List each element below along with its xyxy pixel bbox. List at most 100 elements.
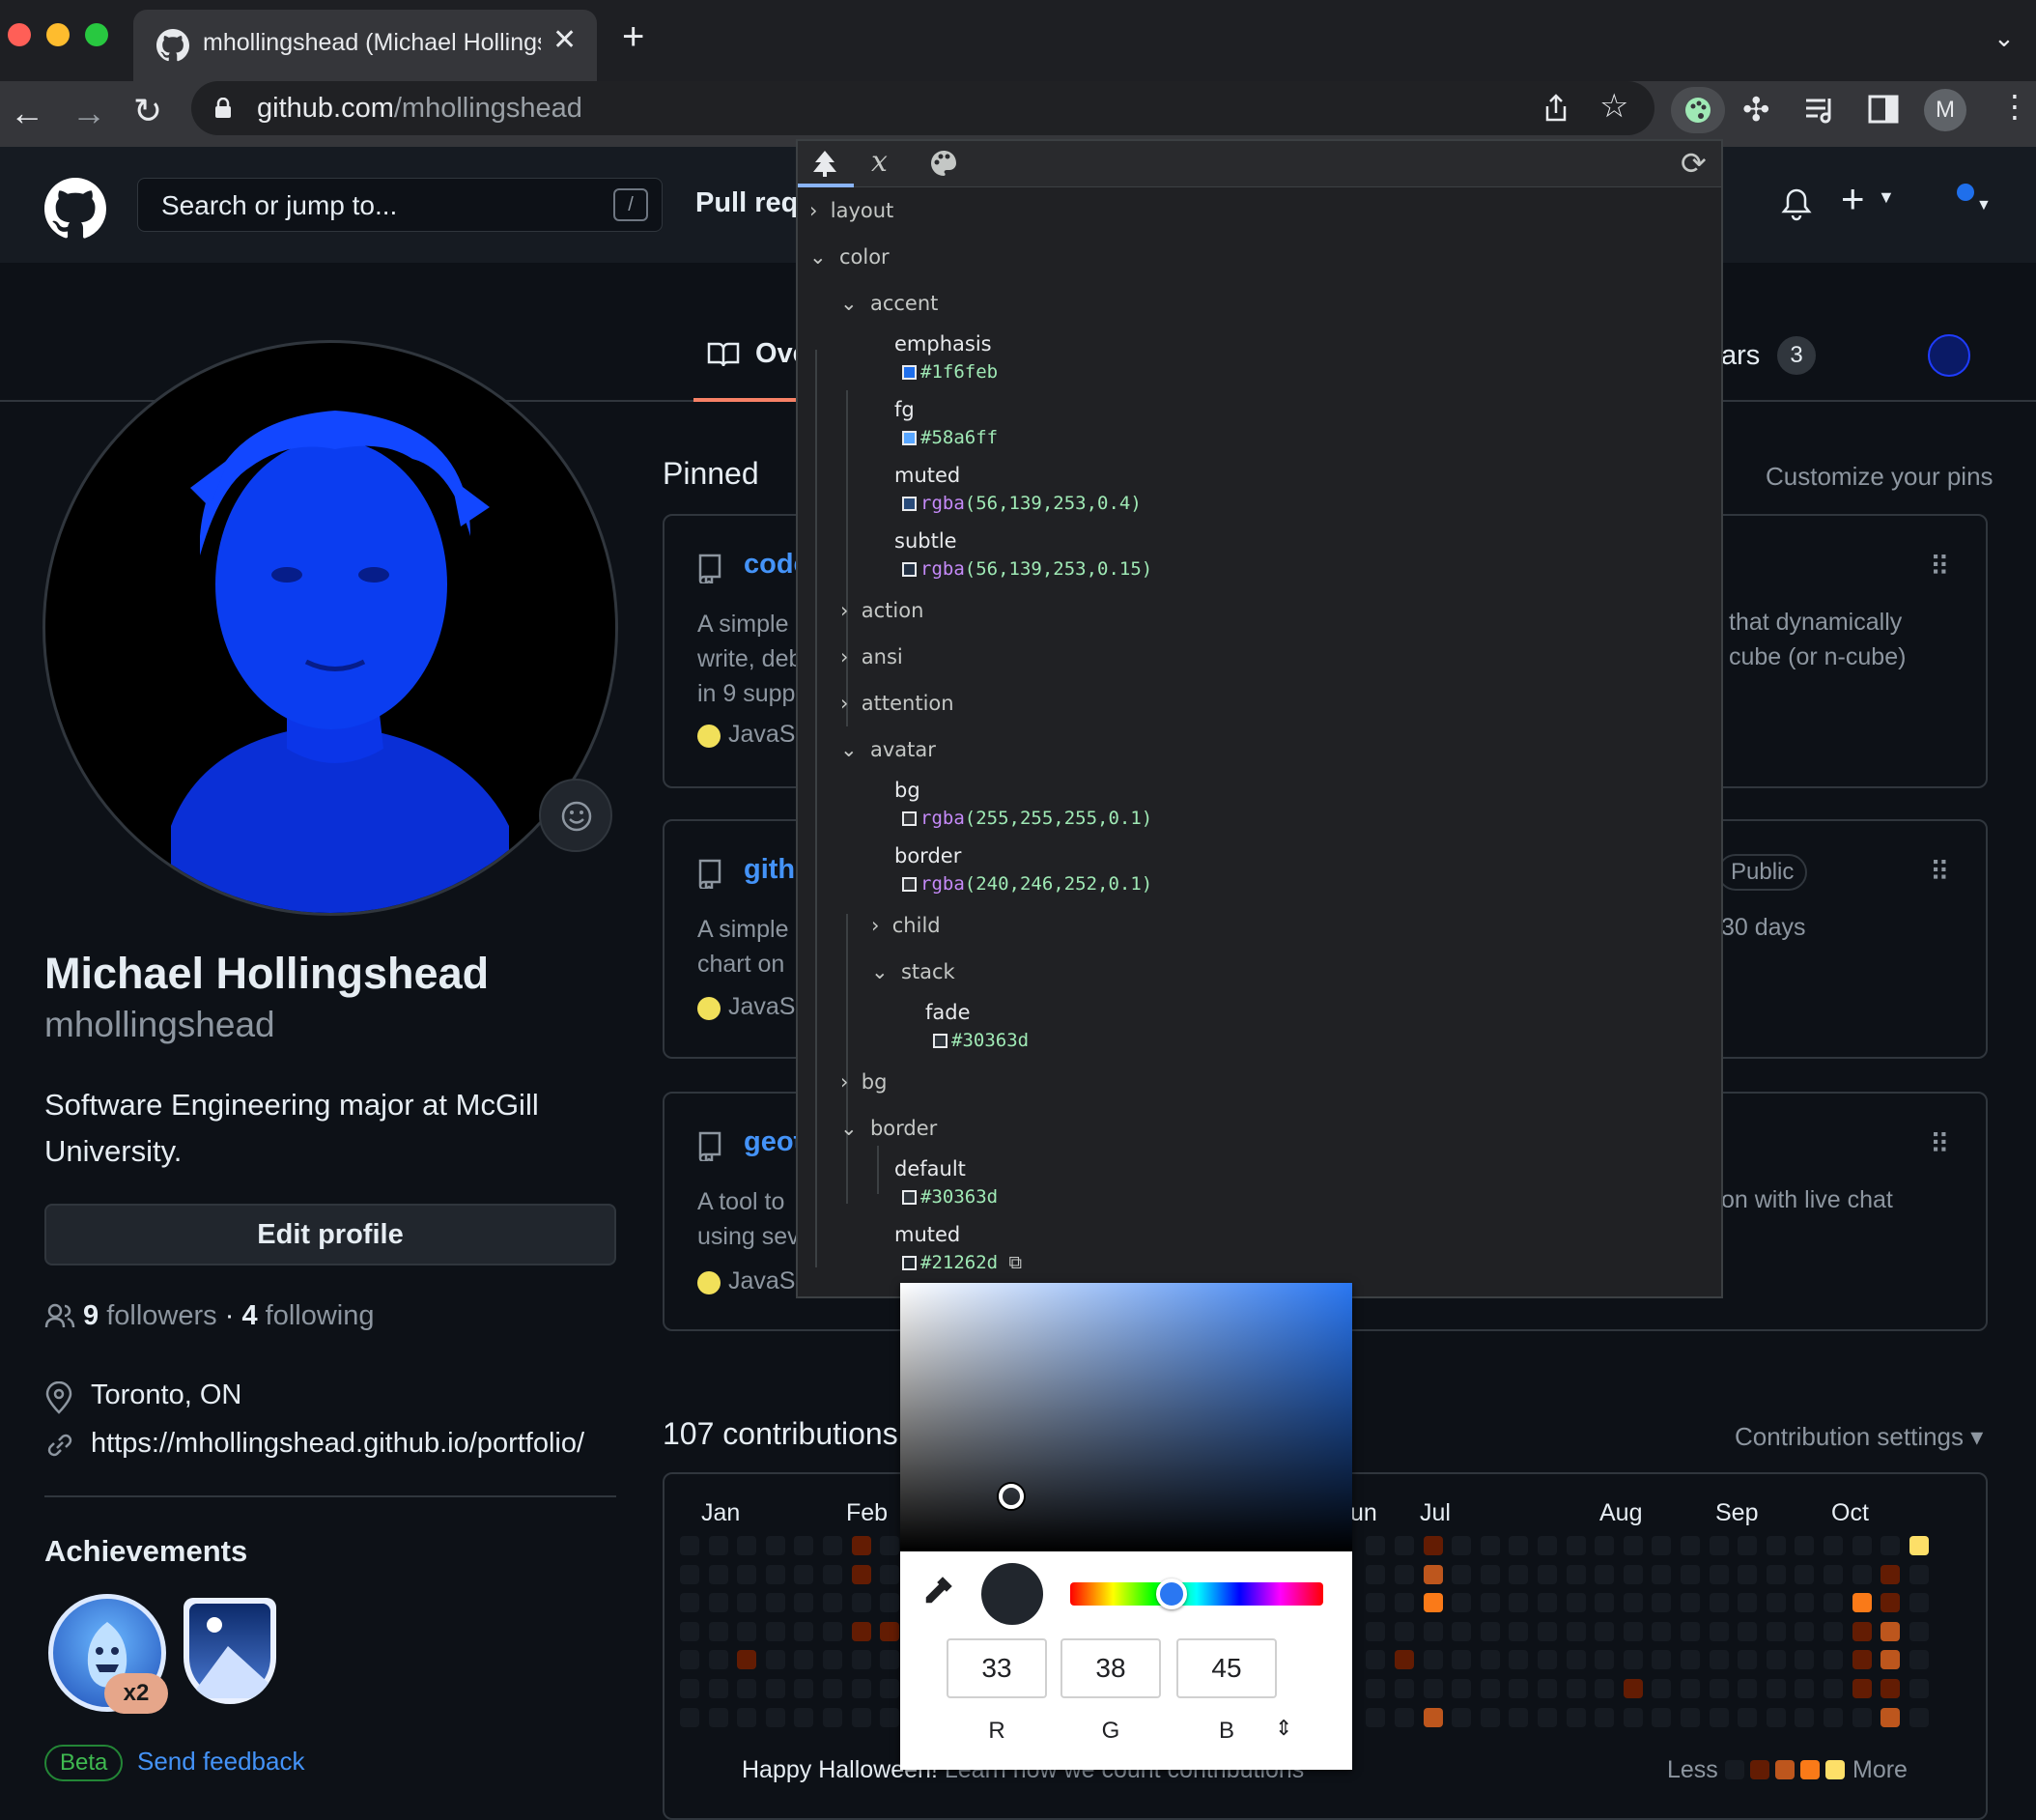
reading-list-icon[interactable] [1804, 95, 1837, 126]
browser-profile-avatar[interactable]: M [1924, 89, 1966, 131]
color-swatch[interactable] [902, 562, 917, 577]
contribution-day-cell[interactable] [1852, 1593, 1872, 1613]
contribution-day-cell[interactable] [1538, 1621, 1557, 1641]
contribution-day-cell[interactable] [1452, 1564, 1472, 1584]
contribution-day-cell[interactable] [823, 1564, 842, 1584]
contribution-day-cell[interactable] [1795, 1707, 1815, 1727]
contribution-day-cell[interactable] [737, 1679, 757, 1698]
contribution-day-cell[interactable] [880, 1650, 900, 1670]
eyedropper-icon[interactable] [921, 1575, 954, 1607]
contribution-day-cell[interactable] [1395, 1593, 1414, 1613]
contribution-day-cell[interactable] [1795, 1621, 1815, 1641]
contribution-day-cell[interactable] [1423, 1564, 1443, 1584]
contribution-day-cell[interactable] [680, 1707, 699, 1727]
contribution-day-cell[interactable] [1709, 1593, 1729, 1613]
refresh-icon[interactable]: ⟳ [1681, 145, 1707, 182]
contribution-day-cell[interactable] [737, 1593, 757, 1613]
share-icon[interactable] [1541, 93, 1570, 124]
color-swatch[interactable] [902, 497, 917, 511]
contribution-day-cell[interactable] [1509, 1650, 1529, 1670]
tree-node-ansi[interactable]: › ansi [840, 645, 903, 668]
contribution-day-cell[interactable] [1538, 1564, 1557, 1584]
contribution-day-cell[interactable] [680, 1621, 699, 1641]
edit-profile-button[interactable]: Edit profile [44, 1204, 616, 1265]
contribution-day-cell[interactable] [1681, 1536, 1700, 1555]
contribution-day-cell[interactable] [1824, 1650, 1843, 1670]
contribution-day-cell[interactable] [737, 1564, 757, 1584]
contribution-day-cell[interactable] [1395, 1621, 1414, 1641]
contribution-day-cell[interactable] [823, 1593, 842, 1613]
contribution-day-cell[interactable] [1852, 1564, 1872, 1584]
contribution-day-cell[interactable] [1880, 1707, 1901, 1727]
contribution-day-cell[interactable] [1795, 1650, 1815, 1670]
red-input[interactable]: 33 [947, 1638, 1047, 1698]
contribution-day-cell[interactable] [1909, 1707, 1929, 1727]
contribution-day-cell[interactable] [851, 1564, 871, 1584]
create-new-plus-icon[interactable]: + [1841, 176, 1865, 222]
contribution-day-cell[interactable] [1480, 1679, 1500, 1698]
contribution-day-cell[interactable] [1538, 1593, 1557, 1613]
contribution-day-cell[interactable] [765, 1707, 785, 1727]
contribution-day-cell[interactable] [1766, 1536, 1786, 1555]
token-value[interactable]: #30363d [902, 1186, 998, 1208]
format-toggle-icon[interactable]: ⇕ [1275, 1716, 1292, 1741]
color-swatch[interactable] [902, 431, 917, 445]
contribution-day-cell[interactable] [1566, 1593, 1586, 1613]
token-value[interactable]: #21262d ⧉ [902, 1252, 1022, 1273]
contribution-day-cell[interactable] [1824, 1679, 1843, 1698]
avatar-caret-icon[interactable]: ▼ [1976, 197, 1992, 214]
contribution-day-cell[interactable] [1709, 1650, 1729, 1670]
contribution-day-cell[interactable] [1595, 1621, 1615, 1641]
variable-view-icon[interactable]: 𝑥 [871, 145, 888, 179]
contribution-day-cell[interactable] [1766, 1593, 1786, 1613]
contribution-day-cell[interactable] [1909, 1536, 1929, 1555]
contribution-day-cell[interactable] [1766, 1564, 1786, 1584]
contribution-day-cell[interactable] [880, 1564, 900, 1584]
contribution-day-cell[interactable] [880, 1621, 900, 1641]
contribution-day-cell[interactable] [1623, 1536, 1643, 1555]
contribution-day-cell[interactable] [708, 1593, 728, 1613]
contribution-day-cell[interactable] [1681, 1621, 1700, 1641]
contribution-day-cell[interactable] [1652, 1707, 1672, 1727]
green-input[interactable]: 38 [1060, 1638, 1161, 1698]
contribution-day-cell[interactable] [1595, 1650, 1615, 1670]
contribution-day-cell[interactable] [1909, 1650, 1929, 1670]
contribution-day-cell[interactable] [1795, 1593, 1815, 1613]
contribution-day-cell[interactable] [1452, 1707, 1472, 1727]
contribution-day-cell[interactable] [1395, 1679, 1414, 1698]
color-swatch[interactable] [902, 811, 917, 826]
contribution-day-cell[interactable] [1480, 1564, 1500, 1584]
token-value[interactable]: rgba(255,255,255,0.1) [902, 808, 1152, 829]
contribution-day-cell[interactable] [1795, 1536, 1815, 1555]
contribution-day-cell[interactable] [1452, 1536, 1472, 1555]
tree-node-stack[interactable]: ⌄ stack [871, 960, 955, 983]
back-arrow-icon[interactable]: ← [10, 93, 44, 133]
contribution-day-cell[interactable] [794, 1679, 814, 1698]
contribution-day-cell[interactable] [1709, 1621, 1729, 1641]
contribution-day-cell[interactable] [1909, 1679, 1929, 1698]
tree-node-layout[interactable]: › layout [809, 199, 893, 222]
contribution-day-cell[interactable] [1509, 1679, 1529, 1698]
contribution-day-cell[interactable] [1480, 1621, 1500, 1641]
contribution-day-cell[interactable] [765, 1536, 785, 1555]
contribution-day-cell[interactable] [1395, 1536, 1414, 1555]
contribution-day-cell[interactable] [1623, 1593, 1643, 1613]
user-avatar-menu[interactable] [1928, 334, 1970, 377]
contribution-day-cell[interactable] [1738, 1707, 1758, 1727]
contribution-day-cell[interactable] [1480, 1593, 1500, 1613]
contribution-day-cell[interactable] [1452, 1593, 1472, 1613]
contribution-day-cell[interactable] [1852, 1650, 1872, 1670]
contribution-day-cell[interactable] [708, 1679, 728, 1698]
contribution-day-cell[interactable] [1766, 1679, 1786, 1698]
contribution-day-cell[interactable] [1366, 1679, 1386, 1698]
contribution-day-cell[interactable] [1509, 1707, 1529, 1727]
search-input[interactable]: Search or jump to... / [137, 178, 663, 232]
followers-link[interactable]: followers [106, 1300, 216, 1331]
contribution-day-cell[interactable] [1652, 1621, 1672, 1641]
color-swatch[interactable] [902, 877, 917, 892]
contribution-day-cell[interactable] [1366, 1593, 1386, 1613]
contribution-day-cell[interactable] [1452, 1621, 1472, 1641]
contribution-day-cell[interactable] [823, 1679, 842, 1698]
contribution-day-cell[interactable] [1652, 1593, 1672, 1613]
contribution-day-cell[interactable] [794, 1536, 814, 1555]
